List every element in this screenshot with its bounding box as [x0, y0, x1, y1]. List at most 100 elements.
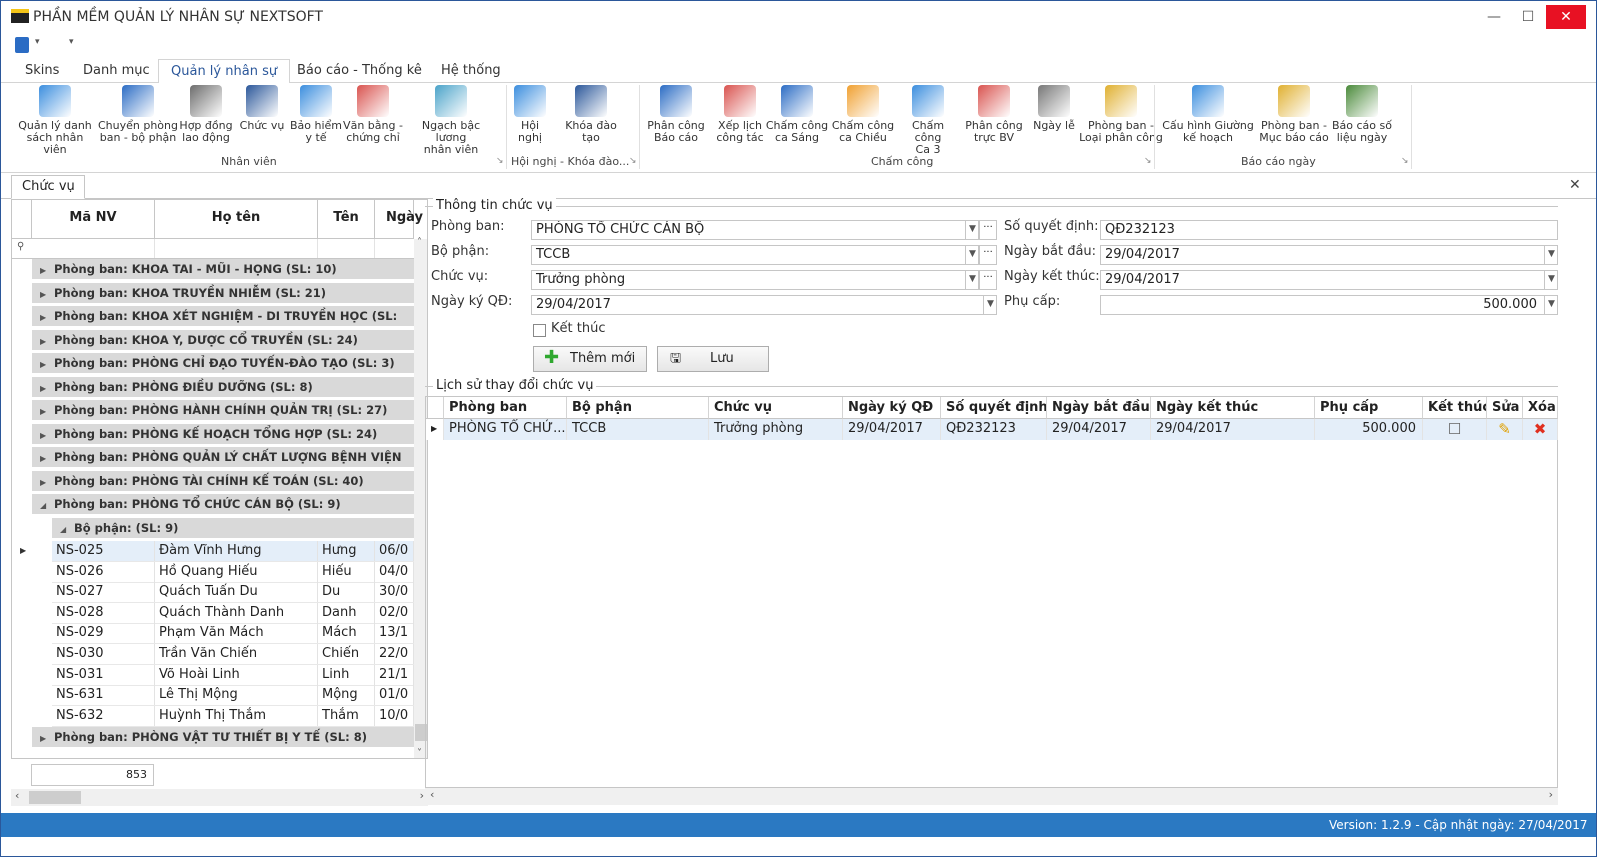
- ribbon-button-transfer-icon[interactable]: Chuyển phòng ban - bộ phận: [97, 85, 179, 144]
- history-column-header[interactable]: Chức vụ: [709, 397, 843, 419]
- scroll-up-icon[interactable]: ˄: [417, 237, 422, 248]
- close-window-button[interactable]: ✕: [1546, 5, 1586, 29]
- customize-toolbar-icon[interactable]: ▾: [69, 37, 74, 47]
- chevron-down-icon[interactable]: ▼: [965, 245, 979, 265]
- ribbon-button-report-items-icon[interactable]: Phòng ban - Mục báo cáo: [1257, 85, 1331, 144]
- collapse-icon[interactable]: ◢: [40, 495, 54, 516]
- ribbon-button-certificate-icon[interactable]: Văn bằng - chứng chỉ: [343, 85, 403, 144]
- table-row[interactable]: NS-030 Trần Văn Chiến Chiến 22/0: [52, 644, 414, 665]
- dialog-launcher-icon[interactable]: ↘: [629, 156, 637, 166]
- group-row[interactable]: ▶ Phòng ban: PHÒNG VẬT TƯ THIẾT BỊ Y TẾ (…: [32, 727, 414, 750]
- chuc-vu-select[interactable]: Trưởng phòng: [531, 270, 979, 290]
- expand-icon[interactable]: ▶: [40, 260, 54, 281]
- table-row[interactable]: ▶ NS-025 Đàm Vĩnh Hưng Hưng 06/0: [20, 541, 414, 562]
- table-row[interactable]: NS-028 Quách Thành Danh Danh 02/0: [52, 602, 414, 624]
- tab-chuc-vu[interactable]: Chức vụ: [11, 175, 85, 199]
- delete-x-icon[interactable]: ✖: [1523, 419, 1558, 440]
- auto-filter-row[interactable]: ⚲: [12, 239, 414, 259]
- group-row[interactable]: ▶ Phòng ban: KHOA XÉT NGHIỆM - DI TRUYỀN …: [32, 306, 414, 345]
- table-row[interactable]: NS-027 Quách Tuấn Du Du 30/0: [52, 582, 414, 604]
- ket-thuc-checkbox[interactable]: ☐: [1423, 419, 1487, 440]
- group-row[interactable]: ▶ Phòng ban: PHÒNG HÀNH CHÍNH QUẢN TRỊ (S…: [32, 400, 414, 422]
- group-row[interactable]: ▶ Phòng ban: PHÒNG TÀI CHÍNH KẾ TOÁN (SL:…: [32, 470, 414, 493]
- ribbon-button-daily-report-icon[interactable]: Báo cáo số liệu ngày: [1329, 85, 1395, 144]
- chevron-down-icon[interactable]: ▼: [965, 270, 979, 290]
- group-row[interactable]: ▶ Phòng ban: PHÒNG QUẢN LÝ CHẤT LƯỢNG BỆN…: [32, 447, 414, 486]
- them-moi-button[interactable]: ✚ Thêm mới: [533, 346, 647, 372]
- history-column-header[interactable]: Phụ cấp: [1315, 397, 1423, 419]
- tab-he-thong[interactable]: Hệ thống: [429, 59, 513, 84]
- scroll-thumb[interactable]: [29, 791, 81, 804]
- expand-icon[interactable]: ▶: [40, 472, 54, 493]
- ribbon-button-duty-calendar-icon[interactable]: Phân công trực BV: [963, 85, 1025, 144]
- ngay-ket-thuc-date[interactable]: 29/04/2017: [1100, 270, 1558, 290]
- group-row[interactable]: ▶ Phòng ban: KHOA TAI - MŨI - HỌNG (SL: 1…: [32, 259, 414, 281]
- expand-icon[interactable]: ▶: [40, 448, 54, 469]
- scroll-right-icon[interactable]: ›: [420, 789, 424, 802]
- group-row[interactable]: ▶ Phòng ban: KHOA Y, DƯỢC CỔ TRUYỀN (SL: …: [32, 329, 414, 352]
- table-row[interactable]: NS-031 Võ Hoài Linh Linh 21/1: [52, 664, 414, 686]
- phong-ban-select[interactable]: PHÒNG TỔ CHỨC CÁN BỘ: [531, 220, 979, 240]
- history-column-header[interactable]: Ngày kết thúc: [1151, 397, 1315, 419]
- ribbon-button-morning-attendance-icon[interactable]: Chấm công ca Sáng: [765, 85, 829, 144]
- table-row[interactable]: NS-026 Hồ Quang Hiếu Hiếu 04/0: [52, 561, 414, 583]
- close-tab-icon[interactable]: ✕: [1569, 177, 1581, 193]
- column-header-ma-nv[interactable]: Mã NV: [32, 200, 155, 239]
- chevron-down-icon[interactable]: ▾: [35, 37, 40, 47]
- expand-icon[interactable]: ▶: [40, 425, 54, 446]
- expand-icon[interactable]: ▶: [40, 331, 54, 352]
- ket-thuc-checkbox[interactable]: [533, 324, 546, 337]
- maximize-button[interactable]: ☐: [1513, 7, 1543, 27]
- dialog-launcher-icon[interactable]: ↘: [1144, 156, 1152, 166]
- expand-icon[interactable]: ▶: [40, 728, 54, 749]
- ribbon-button-contract-icon[interactable]: Hợp đồng lao động: [178, 85, 234, 144]
- expand-icon[interactable]: ▶: [40, 401, 54, 422]
- scroll-down-icon[interactable]: ˅: [417, 748, 422, 758]
- history-column-header[interactable]: Bộ phận: [567, 397, 709, 419]
- chevron-down-icon[interactable]: ▼: [1544, 295, 1558, 315]
- history-column-header[interactable]: Số quyết định: [941, 397, 1047, 419]
- ribbon-button-users-icon[interactable]: Quản lý danh sách nhân viên: [15, 85, 95, 156]
- ribbon-button-meeting-icon[interactable]: Hội nghị: [509, 85, 551, 144]
- phong-ban-ellipsis-button[interactable]: ···: [979, 220, 997, 240]
- ngay-bat-dau-date[interactable]: 29/04/2017: [1100, 245, 1558, 265]
- phu-cap-input[interactable]: 500.000: [1100, 295, 1558, 315]
- luu-button[interactable]: 🖫 Lưu: [657, 346, 769, 372]
- history-horizontal-scrollbar[interactable]: ‹ ›: [425, 788, 1558, 805]
- history-column-header[interactable]: Ngày ký QĐ: [843, 397, 941, 419]
- group-row[interactable]: ▶ Phòng ban: PHÒNG ĐIỀU DƯỠNG (SL: 8): [32, 376, 414, 399]
- history-column-header[interactable]: Kết thúc: [1423, 397, 1487, 419]
- grid-horizontal-scrollbar[interactable]: ‹ ›: [11, 789, 428, 806]
- edit-pencil-icon[interactable]: ✎: [1487, 419, 1523, 440]
- table-row[interactable]: NS-029 Phạm Văn Mách Mách 13/1: [52, 623, 414, 645]
- collapse-icon[interactable]: ◢: [60, 519, 74, 540]
- ribbon-button-training-icon[interactable]: Khóa đào tạo: [557, 85, 625, 144]
- scroll-right-icon[interactable]: ›: [1549, 788, 1553, 801]
- chevron-down-icon[interactable]: ▼: [1544, 270, 1558, 290]
- expand-icon[interactable]: ▶: [40, 284, 54, 305]
- ribbon-button-schedule-icon[interactable]: Xếp lịch công tác: [711, 85, 769, 144]
- chevron-down-icon[interactable]: ▼: [1544, 245, 1558, 265]
- ribbon-button-salary-grade-icon[interactable]: Ngạch bậc lương nhân viên: [405, 85, 497, 156]
- column-header-ho-ten[interactable]: Họ tên: [155, 200, 318, 239]
- ribbon-button-shift3-attendance-icon[interactable]: Chấm công Ca 3: [897, 85, 959, 156]
- scroll-left-icon[interactable]: ‹: [430, 788, 434, 801]
- so-quyet-dinh-input[interactable]: QĐ232123: [1100, 220, 1558, 240]
- table-row[interactable]: NS-631 Lê Thị Mộng Mộng 01/0: [52, 685, 414, 707]
- tab-bao-cao-thong-ke[interactable]: Báo cáo - Thống kê: [285, 59, 434, 84]
- column-header-ngay[interactable]: Ngày: [375, 200, 423, 239]
- ribbon-button-assignment-report-icon[interactable]: Phân công Báo cáo: [643, 85, 709, 144]
- history-column-header[interactable]: Phòng ban: [444, 397, 567, 419]
- ribbon-button-health-insurance-icon[interactable]: Bảo hiểm y tế: [289, 85, 343, 144]
- expand-icon[interactable]: ▶: [40, 378, 54, 399]
- history-column-header[interactable]: Ngày bắt đầu: [1047, 397, 1151, 419]
- dialog-launcher-icon[interactable]: ↘: [496, 156, 504, 166]
- office-menu-icon[interactable]: [15, 37, 29, 53]
- expand-icon[interactable]: ▶: [40, 354, 54, 375]
- minimize-button[interactable]: —: [1479, 7, 1509, 27]
- history-column-header[interactable]: Sửa: [1487, 397, 1523, 419]
- chevron-down-icon[interactable]: ▼: [965, 220, 979, 240]
- tab-quan-ly-nhan-su[interactable]: Quản lý nhân sự: [158, 59, 291, 84]
- ribbon-button-bed-config-icon[interactable]: Cấu hình Giường kế hoạch: [1159, 85, 1257, 144]
- table-row[interactable]: NS-632 Huỳnh Thị Thắm Thắm 10/0: [52, 705, 414, 727]
